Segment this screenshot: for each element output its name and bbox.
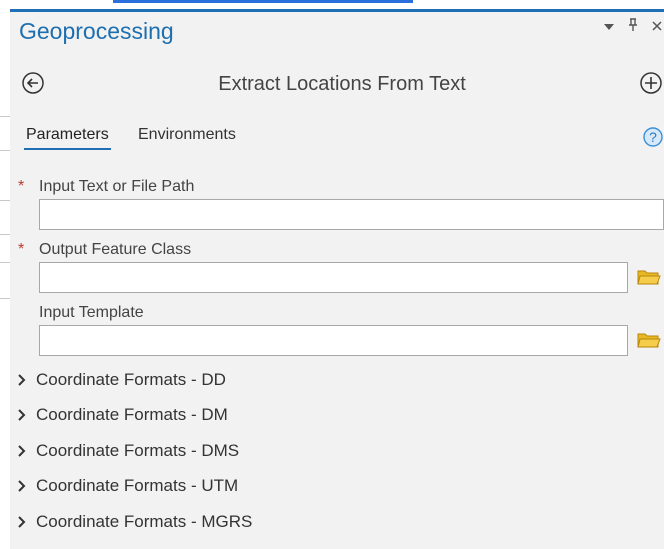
param-label-output-feature-class: Output Feature Class (39, 241, 192, 258)
group-coordinate-formats-dm[interactable]: Coordinate Formats - DM (16, 404, 228, 426)
selection-highlight (113, 0, 413, 3)
group-coordinate-formats-mgrs[interactable]: Coordinate Formats - MGRS (16, 511, 252, 533)
gutter-divider (0, 262, 10, 263)
add-icon (640, 72, 662, 94)
group-label: Coordinate Formats - DM (36, 405, 228, 424)
chevron-right-icon (18, 374, 26, 386)
group-label: Coordinate Formats - DD (36, 370, 226, 389)
browse-button[interactable] (637, 330, 661, 350)
group-coordinate-formats-dms[interactable]: Coordinate Formats - DMS (16, 440, 239, 462)
add-button[interactable] (640, 72, 662, 94)
output-feature-class-field[interactable] (39, 262, 628, 293)
pin-icon[interactable] (626, 18, 640, 35)
browse-button[interactable] (637, 267, 661, 287)
folder-icon (637, 270, 661, 285)
gutter-divider (0, 116, 10, 117)
svg-text:?: ? (649, 129, 657, 145)
gutter-divider (0, 150, 10, 151)
tab-parameters[interactable]: Parameters (24, 126, 111, 150)
group-coordinate-formats-utm[interactable]: Coordinate Formats - UTM (16, 475, 238, 497)
group-label: Coordinate Formats - UTM (36, 476, 239, 495)
gutter-divider (0, 298, 10, 299)
close-icon[interactable] (650, 18, 664, 35)
help-icon: ? (643, 127, 663, 147)
chevron-right-icon (18, 409, 26, 421)
chevron-right-icon (18, 480, 26, 492)
group-label: Coordinate Formats - MGRS (36, 512, 253, 531)
param-label-input-template: Input Template (39, 304, 144, 321)
pane-title: Geoprocessing (19, 18, 174, 44)
tab-environments[interactable]: Environments (138, 126, 236, 144)
pane-window-controls (602, 18, 664, 35)
required-marker: * (18, 178, 25, 195)
group-label: Coordinate Formats - DMS (36, 441, 240, 460)
required-marker: * (18, 241, 25, 258)
help-button[interactable]: ? (643, 127, 663, 147)
pane-top-border (10, 9, 664, 12)
gutter-divider (0, 200, 10, 201)
caret-down-icon[interactable] (602, 18, 616, 35)
gutter-divider (0, 234, 10, 235)
tool-title: Extract Locations From Text (218, 73, 466, 95)
folder-icon (637, 333, 661, 348)
input-text-field[interactable] (39, 199, 664, 230)
input-template-field[interactable] (39, 325, 628, 356)
param-label-input-text: Input Text or File Path (39, 178, 195, 195)
chevron-right-icon (18, 445, 26, 457)
group-coordinate-formats-dd[interactable]: Coordinate Formats - DD (16, 369, 226, 391)
chevron-right-icon (18, 516, 26, 528)
